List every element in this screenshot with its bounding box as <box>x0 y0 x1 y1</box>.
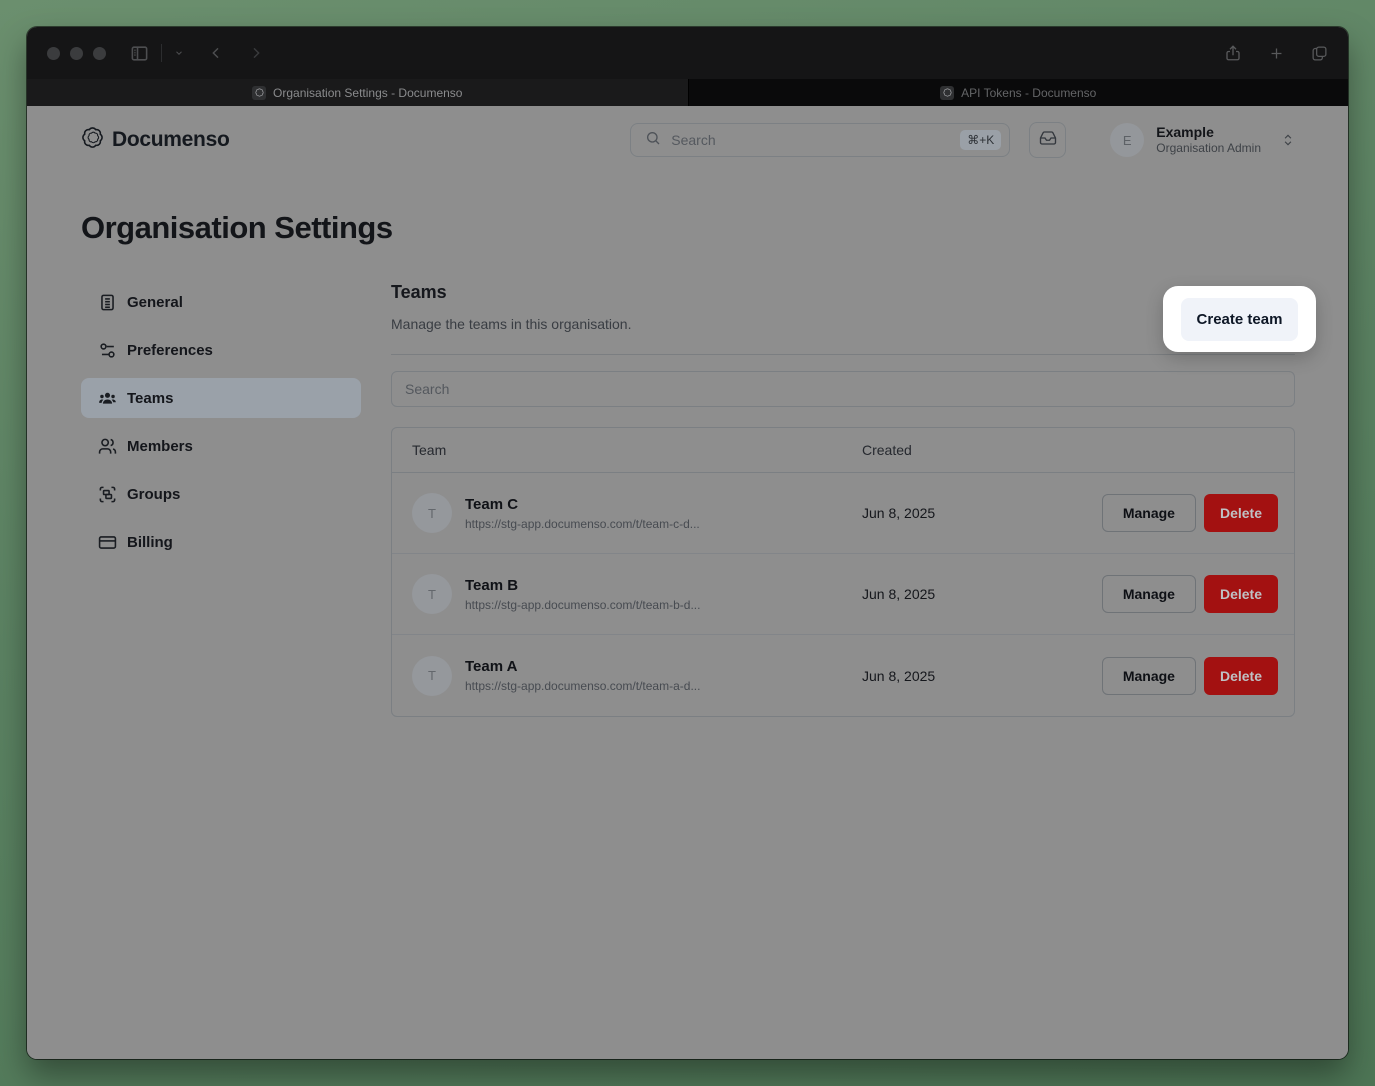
manage-button[interactable]: Manage <box>1102 575 1196 613</box>
tab-organisation-settings[interactable]: Organisation Settings - Documenso <box>27 79 688 106</box>
sidebar-item-label: Billing <box>127 534 173 551</box>
global-search-input[interactable] <box>671 132 950 148</box>
window-close-button[interactable] <box>47 47 60 60</box>
tab-overview-icon[interactable] <box>1311 45 1328 62</box>
column-header-created: Created <box>862 442 1294 458</box>
team-avatar: T <box>412 656 452 696</box>
sidebar-menu-chevron-icon[interactable] <box>174 48 184 58</box>
app-header: Documenso ⌘+K E Example Organisation Ad <box>27 106 1348 158</box>
global-search[interactable]: ⌘+K <box>630 123 1010 157</box>
create-team-spotlight: Create team <box>1163 286 1316 352</box>
team-name: Team C <box>465 496 700 514</box>
tab-api-tokens[interactable]: API Tokens - Documenso <box>688 79 1349 106</box>
user-role: Organisation Admin <box>1156 141 1261 156</box>
table-row: T Team A https://stg-app.documenso.com/t… <box>392 635 1294 716</box>
documenso-favicon <box>940 86 954 100</box>
create-team-button[interactable]: Create team <box>1181 298 1298 341</box>
back-button-icon[interactable] <box>208 45 224 61</box>
inbox-icon <box>1039 129 1057 152</box>
team-url: https://stg-app.documenso.com/t/team-a-d… <box>465 679 700 693</box>
browser-tabbar: Organisation Settings - Documenso API To… <box>27 79 1348 106</box>
team-name: Team B <box>465 577 700 595</box>
documenso-favicon <box>252 86 266 100</box>
brand-name: Documenso <box>112 128 230 152</box>
users-filled-icon <box>98 389 117 408</box>
app-content: Documenso ⌘+K E Example Organisation Ad <box>27 106 1348 1059</box>
sidebar-toggle-icon[interactable] <box>130 44 149 63</box>
group-icon <box>98 485 117 504</box>
teams-panel: Teams Manage the teams in this organisat… <box>391 282 1295 717</box>
window-minimize-button[interactable] <box>70 47 83 60</box>
sidebar-item-general[interactable]: General <box>81 282 361 322</box>
inbox-button[interactable] <box>1029 122 1066 158</box>
team-created-date: Jun 8, 2025 <box>862 586 1102 602</box>
settings-sidebar: General Preferences Teams <box>81 282 361 570</box>
column-header-team: Team <box>392 442 862 458</box>
documenso-logo-icon <box>81 126 104 154</box>
manage-button[interactable]: Manage <box>1102 494 1196 532</box>
table-row: T Team B https://stg-app.documenso.com/t… <box>392 554 1294 635</box>
teams-search-input[interactable] <box>391 371 1295 407</box>
sidebar-item-label: Groups <box>127 486 180 503</box>
team-avatar: T <box>412 493 452 533</box>
sidebar-item-members[interactable]: Members <box>81 426 361 466</box>
sidebar-item-label: Teams <box>127 390 173 407</box>
sidebar-item-preferences[interactable]: Preferences <box>81 330 361 370</box>
new-tab-icon[interactable] <box>1268 45 1285 62</box>
sidebar-item-teams[interactable]: Teams <box>81 378 361 418</box>
user-menu[interactable]: E Example Organisation Admin <box>1110 123 1295 157</box>
tab-title: Organisation Settings - Documenso <box>273 86 462 100</box>
avatar: E <box>1110 123 1144 157</box>
user-name: Example <box>1156 124 1261 141</box>
window-zoom-button[interactable] <box>93 47 106 60</box>
browser-toolbar <box>27 27 1348 79</box>
team-created-date: Jun 8, 2025 <box>862 668 1102 684</box>
table-header-row: Team Created <box>392 428 1294 473</box>
team-avatar: T <box>412 574 452 614</box>
users-icon <box>98 437 117 456</box>
team-url: https://stg-app.documenso.com/t/team-c-d… <box>465 517 700 531</box>
manage-button[interactable]: Manage <box>1102 657 1196 695</box>
page-title: Organisation Settings <box>81 210 1348 246</box>
delete-button[interactable]: Delete <box>1204 657 1278 695</box>
sliders-icon <box>98 341 117 360</box>
sidebar-item-label: General <box>127 294 183 311</box>
section-subtitle: Manage the teams in this organisation. <box>391 316 1295 332</box>
search-icon <box>645 130 661 151</box>
tab-title: API Tokens - Documenso <box>961 86 1096 100</box>
sidebar-item-label: Preferences <box>127 342 213 359</box>
credit-card-icon <box>98 533 117 552</box>
delete-button[interactable]: Delete <box>1204 494 1278 532</box>
section-divider <box>391 354 1295 355</box>
sidebar-item-billing[interactable]: Billing <box>81 522 361 562</box>
teams-table: Team Created T Team C https://stg-app.do… <box>391 427 1295 717</box>
search-shortcut-badge: ⌘+K <box>960 130 1001 150</box>
delete-button[interactable]: Delete <box>1204 575 1278 613</box>
team-created-date: Jun 8, 2025 <box>862 505 1102 521</box>
forward-button-icon[interactable] <box>248 45 264 61</box>
chevrons-up-down-icon <box>1281 133 1295 147</box>
browser-window: Organisation Settings - Documenso API To… <box>27 27 1348 1059</box>
section-title: Teams <box>391 282 1295 303</box>
sidebar-item-label: Members <box>127 438 193 455</box>
team-url: https://stg-app.documenso.com/t/team-b-d… <box>465 598 700 612</box>
share-icon[interactable] <box>1224 44 1242 62</box>
building-icon <box>98 293 117 312</box>
sidebar-item-groups[interactable]: Groups <box>81 474 361 514</box>
toolbar-divider <box>161 44 162 62</box>
table-row: T Team C https://stg-app.documenso.com/t… <box>392 473 1294 554</box>
brand[interactable]: Documenso <box>81 126 230 154</box>
team-name: Team A <box>465 658 700 676</box>
